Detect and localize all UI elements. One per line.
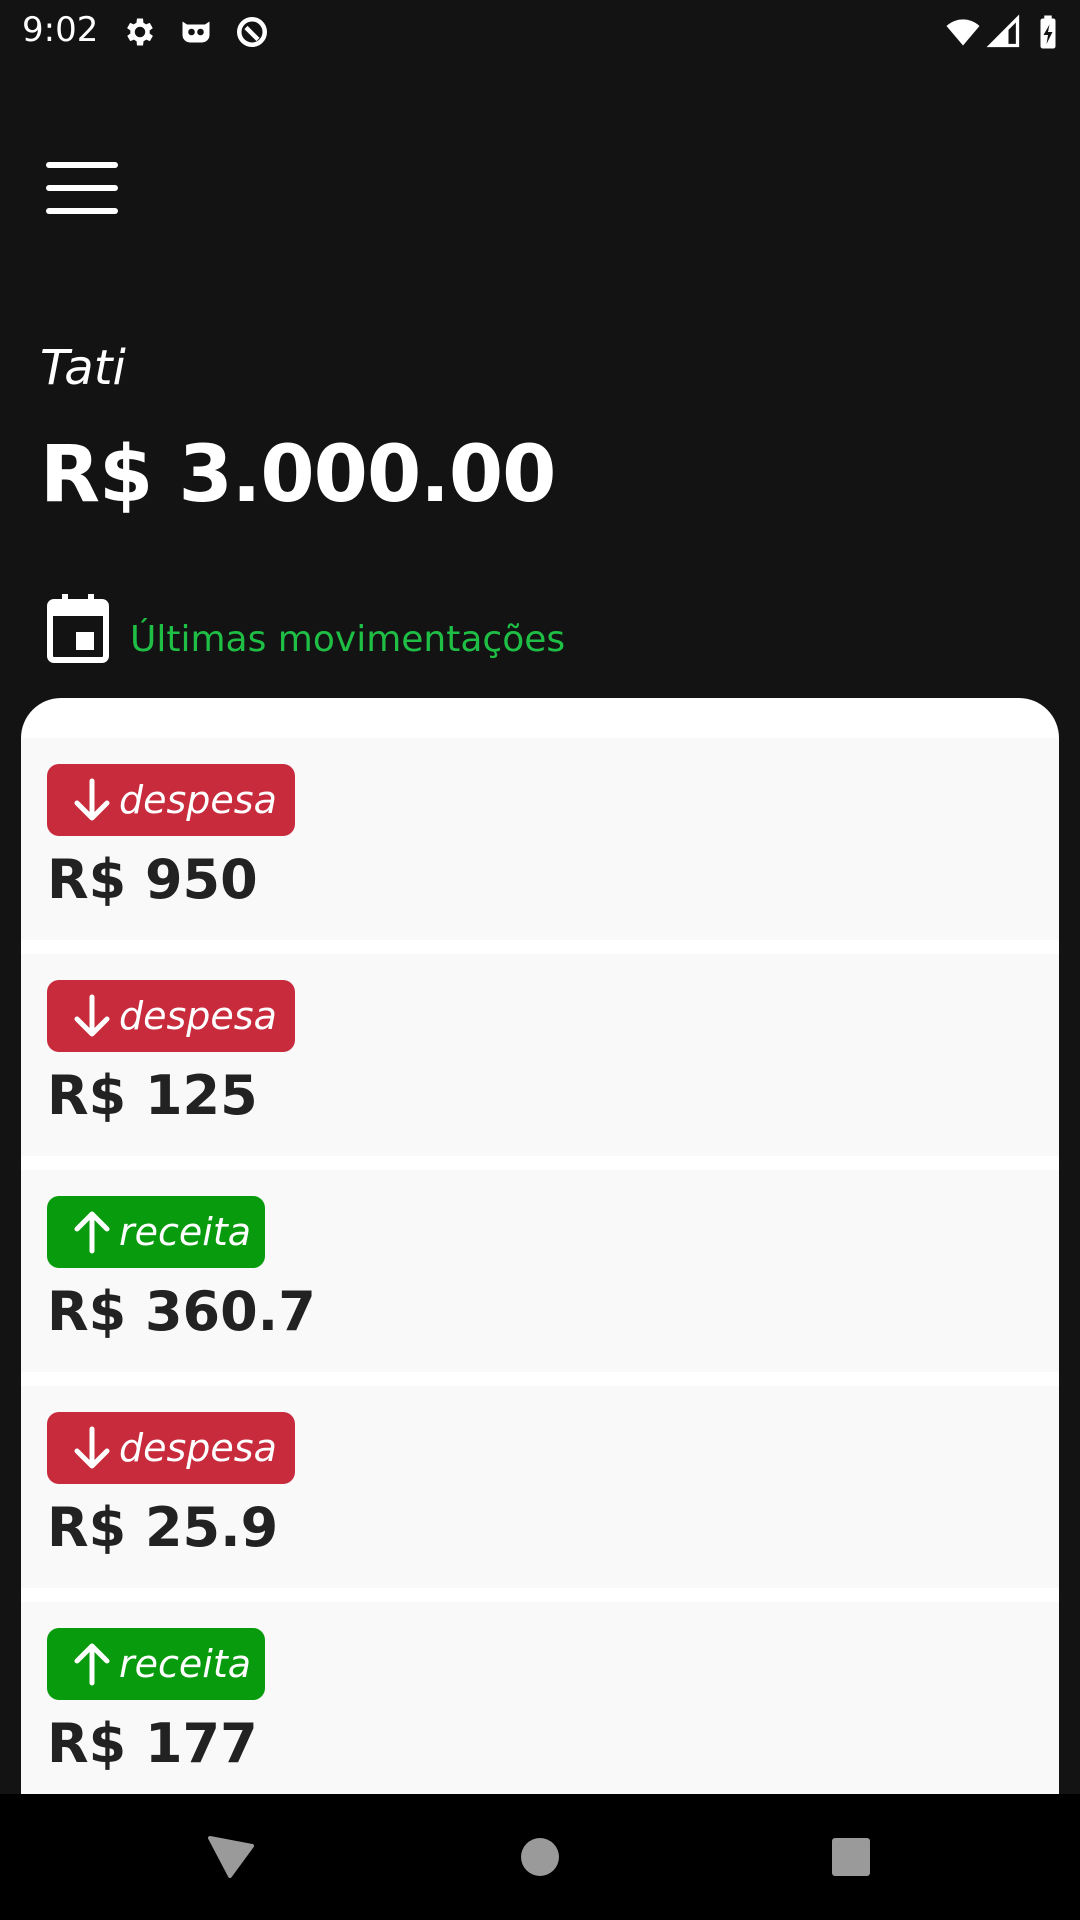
expense-badge: despesa [47, 764, 295, 836]
arrow-up-icon [71, 1209, 113, 1255]
list-item[interactable]: despesa R$ 950 [21, 738, 1059, 940]
mask-icon [178, 14, 214, 50]
back-icon [208, 1836, 254, 1878]
transaction-type: despesa [119, 994, 277, 1038]
gear-icon [122, 14, 158, 50]
list-item[interactable]: receita R$ 177 [21, 1602, 1059, 1794]
battery-charging-icon [1036, 14, 1060, 50]
expense-badge: despesa [47, 1412, 295, 1484]
transaction-type: despesa [119, 778, 277, 822]
balance-amount: R$ 3.000.00 [40, 430, 556, 520]
section-header: Últimas movimentações [46, 594, 565, 664]
transaction-value: R$ 950 [47, 848, 258, 911]
recents-icon [832, 1838, 870, 1876]
wifi-icon [942, 14, 984, 50]
transaction-value: R$ 360.7 [47, 1280, 316, 1343]
user-name: Tati [40, 340, 126, 396]
arrow-down-icon [71, 1425, 113, 1471]
recents-button[interactable] [826, 1832, 876, 1882]
transaction-value: R$ 177 [47, 1712, 258, 1775]
list-item[interactable]: despesa R$ 125 [21, 954, 1059, 1156]
home-icon [521, 1838, 559, 1876]
navigation-bar [0, 1794, 1080, 1920]
signal-icon [986, 14, 1022, 50]
sync-icon [234, 14, 270, 50]
arrow-up-icon [71, 1641, 113, 1687]
income-badge: receita [47, 1196, 265, 1268]
transaction-type: despesa [119, 1426, 277, 1470]
back-button[interactable] [206, 1832, 256, 1882]
transactions-list[interactable]: despesa R$ 950 despesa R$ 125 receita R$… [21, 698, 1059, 1794]
status-bar: 9:02 [0, 0, 1080, 64]
arrow-down-icon [71, 993, 113, 1039]
list-item[interactable]: despesa R$ 25.9 [21, 1386, 1059, 1588]
list-item[interactable]: receita R$ 360.7 [21, 1170, 1059, 1372]
transaction-type: receita [119, 1642, 252, 1686]
expense-badge: despesa [47, 980, 295, 1052]
transaction-value: R$ 25.9 [47, 1496, 279, 1559]
transaction-value: R$ 125 [47, 1064, 258, 1127]
income-badge: receita [47, 1628, 265, 1700]
arrow-down-icon [71, 777, 113, 823]
calendar-icon [46, 594, 110, 664]
transaction-type: receita [119, 1210, 252, 1254]
hamburger-menu-icon [46, 162, 118, 214]
status-time: 9:02 [22, 10, 99, 50]
home-button[interactable] [515, 1832, 565, 1882]
section-title: Últimas movimentações [130, 619, 566, 660]
menu-button[interactable] [40, 156, 124, 220]
